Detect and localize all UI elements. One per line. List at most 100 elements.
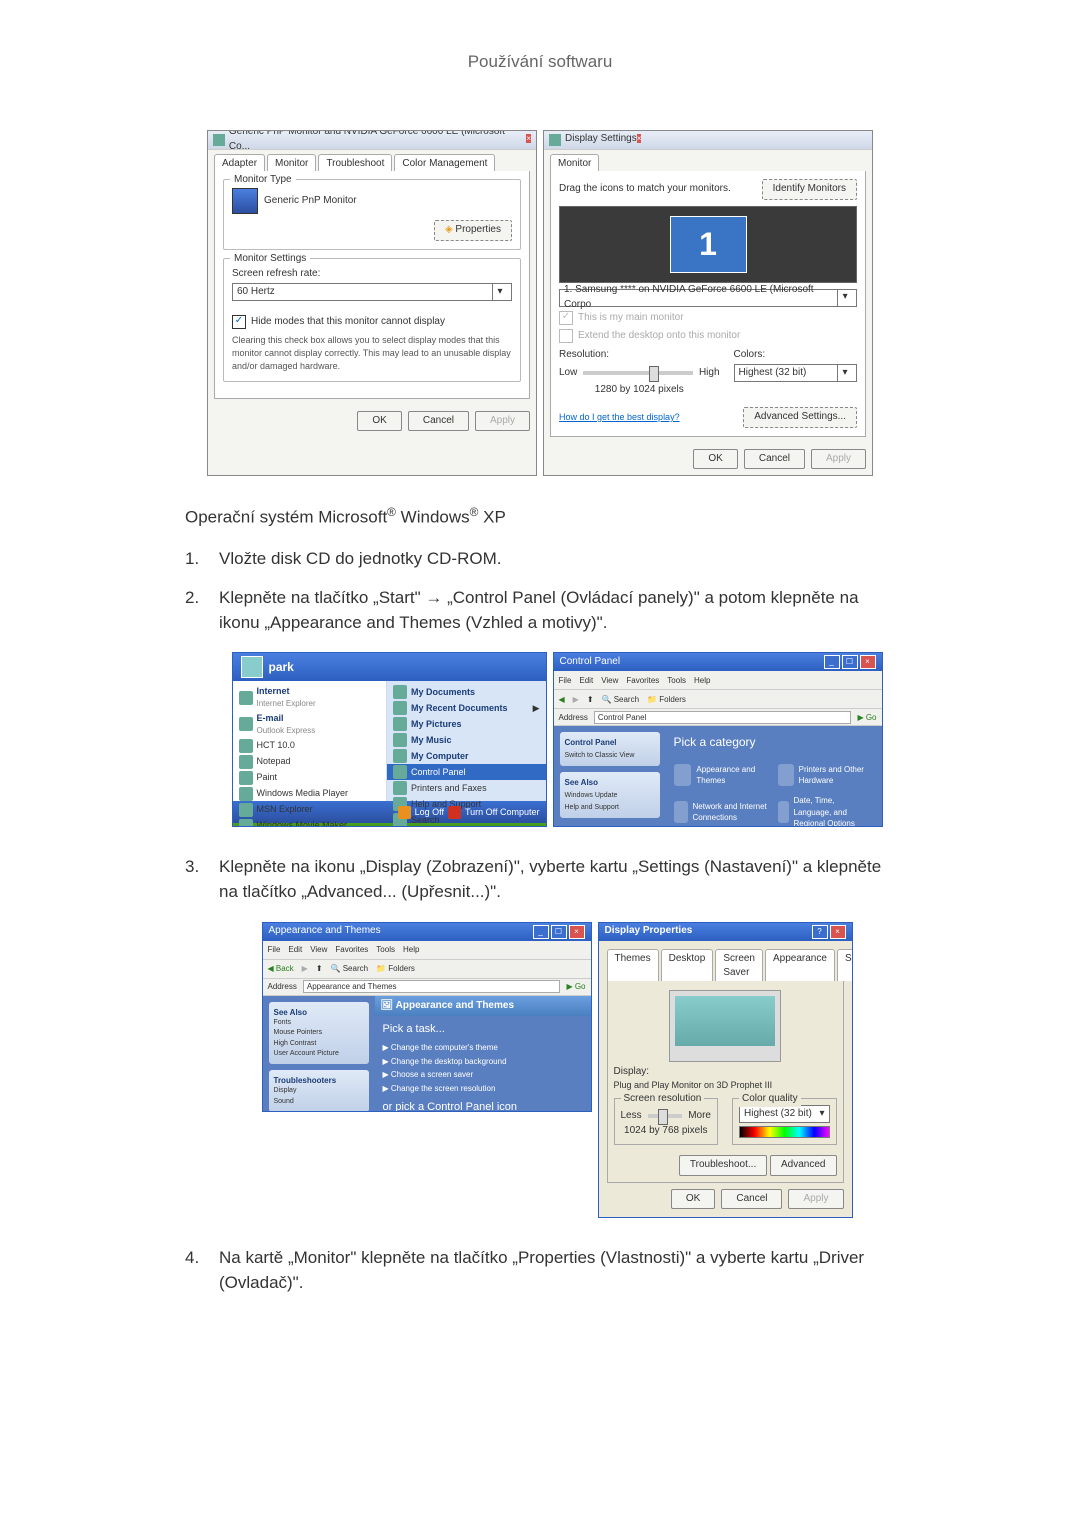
- category-item[interactable]: Printers and Other Hardware: [778, 764, 874, 787]
- turnoff-icon[interactable]: [448, 806, 461, 819]
- help-link[interactable]: How do I get the best display?: [559, 411, 680, 424]
- go-icon[interactable]: ▶ Go: [566, 981, 585, 993]
- menu-bar: FileEditViewFavoritesToolsHelp: [554, 671, 882, 690]
- category-item[interactable]: Date, Time, Language, and Regional Optio…: [778, 795, 874, 827]
- folder-icon: [393, 733, 407, 747]
- titlebar: Display Properties ? ×: [599, 923, 852, 941]
- tab-monitor[interactable]: Monitor: [267, 154, 316, 172]
- close-icon[interactable]: ×: [526, 134, 531, 143]
- go-icon[interactable]: ▶ Go: [857, 712, 876, 724]
- minimize-icon[interactable]: _: [824, 655, 840, 669]
- monitor-settings-group: Monitor Settings Screen refresh rate: 60…: [223, 258, 521, 382]
- task-link[interactable]: ▶ Choose a screen saver: [383, 1069, 583, 1081]
- tab-monitor[interactable]: Monitor: [550, 154, 599, 172]
- up-icon[interactable]: ⬆: [587, 694, 594, 706]
- resolution-slider[interactable]: Less More: [621, 1109, 712, 1124]
- turnoff-button[interactable]: Turn Off Computer: [465, 806, 540, 819]
- tab-themes[interactable]: Themes: [607, 949, 659, 981]
- hide-modes-checkbox[interactable]: ✓ Hide modes that this monitor cannot di…: [232, 315, 512, 330]
- forward-icon[interactable]: ▶: [302, 963, 308, 975]
- start-item[interactable]: MSN Explorer: [233, 802, 387, 818]
- colors-select[interactable]: Highest (32 bit) ▾: [734, 364, 857, 382]
- tab-appearance[interactable]: Appearance: [765, 949, 835, 981]
- window-icon: [549, 134, 561, 146]
- start-item[interactable]: Windows Media Player: [233, 786, 387, 802]
- folders-icon[interactable]: 📁 Folders: [376, 963, 415, 975]
- task-link[interactable]: ▶ Change the desktop background: [383, 1056, 583, 1068]
- cancel-button[interactable]: Cancel: [408, 411, 469, 432]
- start-menu-header: park: [233, 653, 546, 681]
- start-item[interactable]: My Documents: [387, 684, 545, 700]
- main-monitor-checkbox: ✓ This is my main monitor: [559, 311, 857, 326]
- advanced-settings-button[interactable]: Advanced Settings...: [743, 407, 857, 428]
- color-quality-select[interactable]: Highest (32 bit) ▾: [739, 1105, 830, 1123]
- help-icon[interactable]: ?: [812, 925, 828, 939]
- search-icon[interactable]: 🔍 Search: [602, 694, 640, 706]
- tab-adapter[interactable]: Adapter: [214, 154, 265, 172]
- tab-color-management[interactable]: Color Management: [394, 154, 495, 172]
- close-icon[interactable]: ×: [830, 925, 846, 939]
- monitor-1-icon[interactable]: 1: [670, 216, 747, 273]
- properties-button[interactable]: ◈ Properties: [434, 220, 512, 241]
- close-icon[interactable]: ×: [860, 655, 876, 669]
- identify-monitors-button[interactable]: Identify Monitors: [762, 179, 857, 200]
- apply-button[interactable]: Apply: [475, 411, 530, 432]
- tab-desktop[interactable]: Desktop: [661, 949, 714, 981]
- maximize-icon[interactable]: ☐: [551, 925, 567, 939]
- start-item[interactable]: E-mailOutlook Express: [233, 711, 387, 738]
- refresh-rate-select[interactable]: 60 Hertz ▾: [232, 283, 512, 301]
- start-item[interactable]: HCT 10.0: [233, 738, 387, 754]
- task-link[interactable]: ▶ Change the screen resolution: [383, 1083, 583, 1095]
- category-item[interactable]: Network and Internet Connections: [674, 795, 770, 827]
- checkbox-icon: ✓: [232, 315, 246, 329]
- monitor-device-select[interactable]: 1. Samsung **** on NVIDIA GeForce 6600 L…: [559, 289, 857, 307]
- start-item[interactable]: Control Panel: [387, 764, 545, 780]
- tab-screensaver[interactable]: Screen Saver: [715, 949, 763, 981]
- arrow-icon: ▶: [383, 1084, 389, 1093]
- monitor-arrange-area[interactable]: 1: [559, 206, 857, 283]
- start-item[interactable]: My Computer: [387, 748, 545, 764]
- start-item[interactable]: My Pictures: [387, 716, 545, 732]
- logoff-icon[interactable]: [398, 806, 411, 819]
- group-title: Monitor Settings: [230, 252, 310, 267]
- back-icon[interactable]: ◀: [559, 694, 565, 706]
- start-item[interactable]: Paint: [233, 770, 387, 786]
- start-item[interactable]: Notepad: [233, 754, 387, 770]
- maximize-icon[interactable]: ☐: [842, 655, 858, 669]
- apply-button[interactable]: Apply: [811, 449, 866, 470]
- tab-troubleshoot[interactable]: Troubleshoot: [318, 154, 392, 172]
- start-item[interactable]: InternetInternet Explorer: [233, 684, 387, 711]
- dialog-body: Drag the icons to match your monitors. I…: [550, 171, 866, 437]
- address-bar[interactable]: Address Control Panel ▶ Go: [554, 709, 882, 726]
- start-item[interactable]: My Recent Documents▶: [387, 700, 545, 716]
- address-bar[interactable]: Address Appearance and Themes ▶ Go: [263, 979, 591, 996]
- advanced-button[interactable]: Advanced: [770, 1155, 836, 1176]
- minimize-icon[interactable]: _: [533, 925, 549, 939]
- cancel-button[interactable]: Cancel: [721, 1189, 782, 1210]
- titlebar: Display Settings ×: [544, 131, 872, 150]
- logoff-button[interactable]: Log Off: [415, 806, 444, 819]
- forward-icon[interactable]: ▶: [573, 694, 579, 706]
- folders-icon[interactable]: 📁 Folders: [647, 694, 686, 706]
- apply-button[interactable]: Apply: [788, 1189, 843, 1210]
- task-link[interactable]: ▶ Change the computer's theme: [383, 1042, 583, 1054]
- back-icon[interactable]: ◀ Back: [268, 963, 294, 975]
- start-item[interactable]: Printers and Faxes: [387, 780, 545, 796]
- up-icon[interactable]: ⬆: [316, 963, 323, 975]
- close-icon[interactable]: ×: [637, 134, 642, 143]
- close-icon[interactable]: ×: [569, 925, 585, 939]
- start-item[interactable]: My Music: [387, 732, 545, 748]
- resolution-slider[interactable]: Low High: [559, 366, 720, 381]
- category-item[interactable]: Appearance and Themes: [674, 764, 770, 787]
- troubleshoot-button[interactable]: Troubleshoot...: [679, 1155, 767, 1176]
- ok-button[interactable]: OK: [357, 411, 401, 432]
- search-icon[interactable]: 🔍 Search: [331, 963, 369, 975]
- folder-icon: [393, 781, 407, 795]
- ok-button[interactable]: OK: [693, 449, 737, 470]
- appearance-themes-screenshot: Appearance and Themes _ ☐ × FileEditView…: [262, 922, 592, 1112]
- monitor-name: Generic PnP Monitor: [264, 194, 357, 209]
- cancel-button[interactable]: Cancel: [744, 449, 805, 470]
- toolbar: ◀ ▶ ⬆ 🔍 Search 📁 Folders: [554, 690, 882, 709]
- ok-button[interactable]: OK: [671, 1189, 715, 1210]
- tab-settings[interactable]: Settings: [837, 949, 853, 981]
